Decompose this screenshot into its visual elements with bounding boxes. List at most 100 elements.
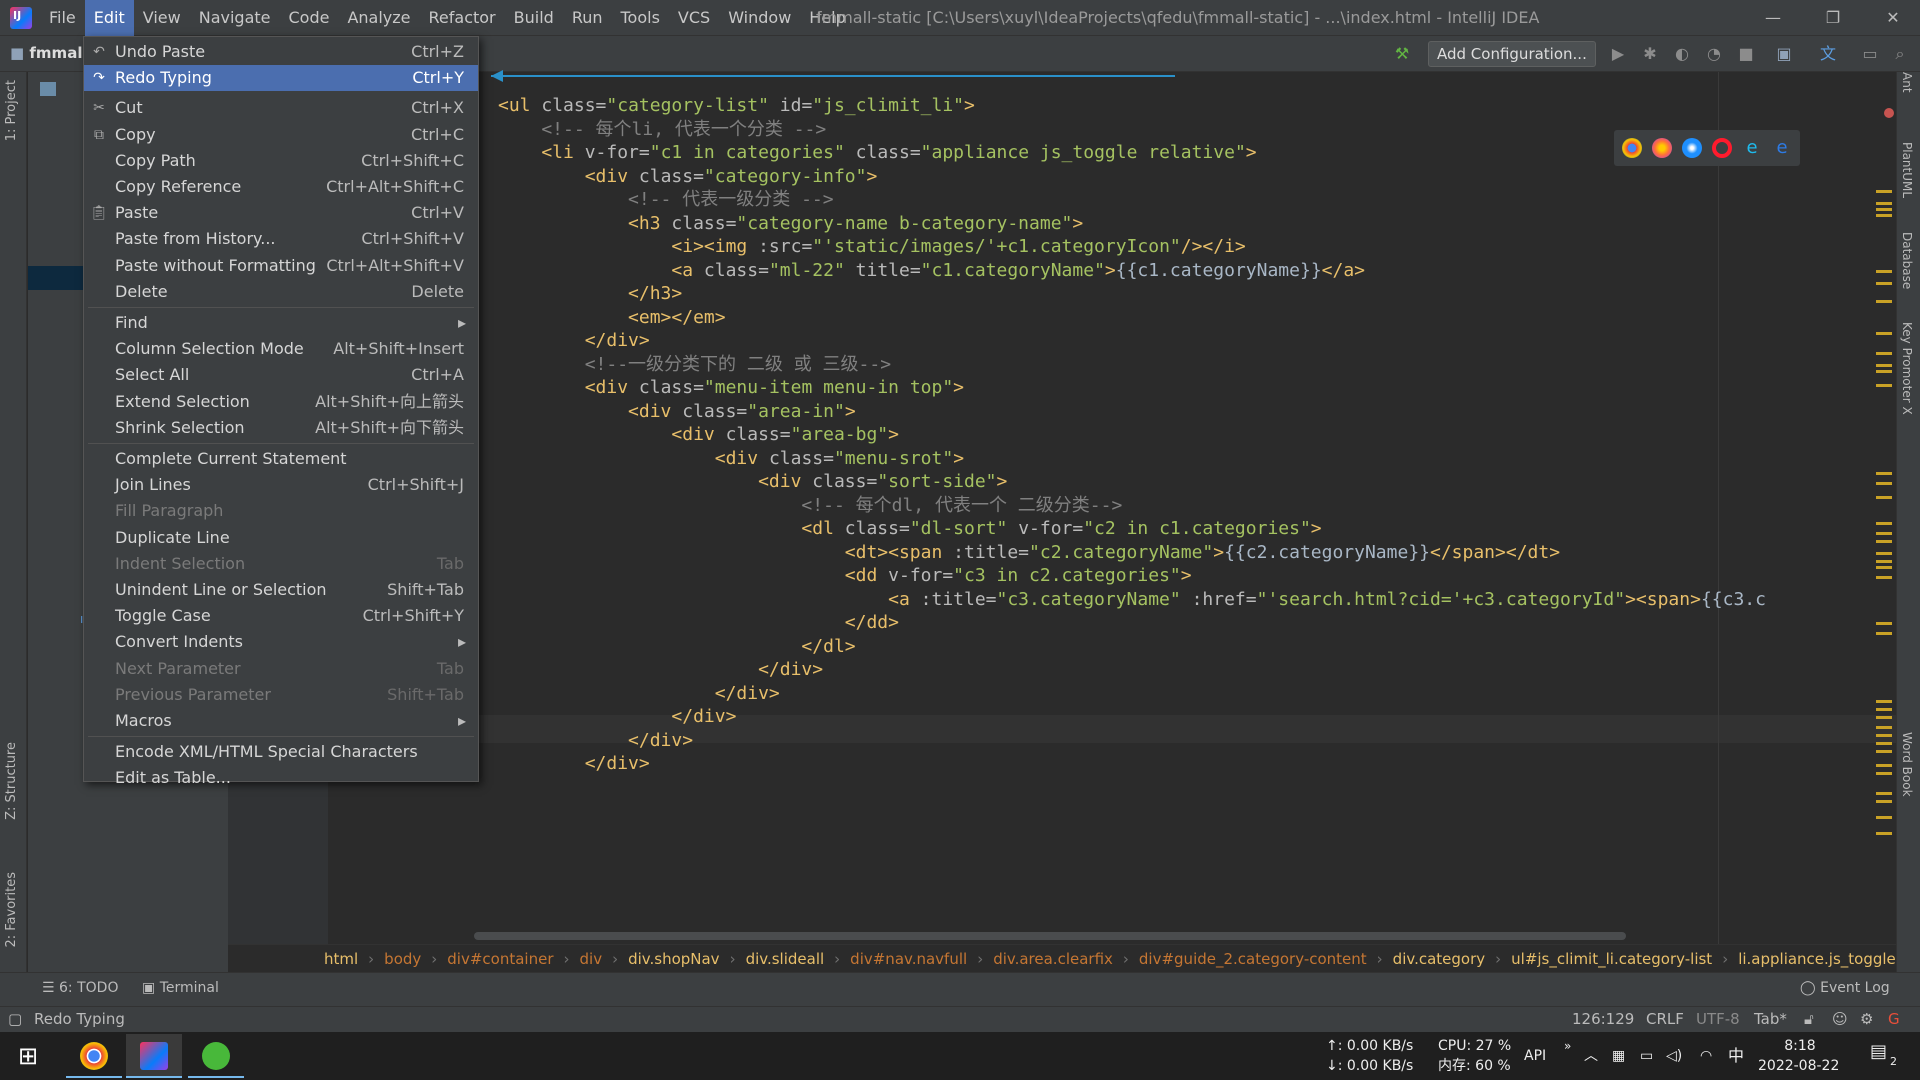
menu-item-paste-from-history[interactable]: Paste from History... Ctrl+Shift+V (84, 226, 478, 252)
run-icon[interactable]: ▶ (1608, 44, 1628, 64)
scrollbar-marker[interactable] (1876, 560, 1892, 563)
error-indicator-icon[interactable] (1884, 108, 1894, 118)
file-encoding[interactable]: UTF-8 (1696, 1010, 1740, 1028)
scrollbar-marker[interactable] (1876, 832, 1892, 835)
wifi-icon[interactable]: ◠ (1700, 1046, 1712, 1066)
add-configuration-button[interactable]: Add Configuration... (1428, 41, 1596, 67)
menu-view[interactable]: View (134, 0, 190, 36)
scrollbar-marker[interactable] (1876, 622, 1892, 625)
menu-window[interactable]: Window (719, 0, 800, 36)
scrollbar-marker[interactable] (1876, 384, 1892, 387)
menu-item-select-all[interactable]: Select All Ctrl+A (84, 362, 478, 388)
terminal-tab[interactable]: ▣ Terminal (142, 980, 219, 996)
menu-item-copy-path[interactable]: Copy Path Ctrl+Shift+C (84, 148, 478, 174)
project-structure-icon[interactable]: ▣ (1774, 44, 1794, 64)
menu-code[interactable]: Code (280, 0, 339, 36)
search-everywhere-icon[interactable]: ⌕ (1890, 44, 1910, 64)
scrollbar-marker[interactable] (1876, 742, 1892, 745)
scrollbar-marker[interactable] (1876, 708, 1892, 711)
firefox-icon[interactable] (1652, 138, 1672, 158)
breadcrumb-item[interactable]: div.shopNav (628, 950, 719, 968)
horizontal-scrollbar[interactable] (474, 932, 1626, 940)
scrollbar-marker[interactable] (1876, 482, 1892, 485)
breadcrumb-item[interactable]: div.area.clearfix (993, 950, 1113, 968)
ime-indicator[interactable]: 中 (1728, 1046, 1744, 1066)
debug-icon[interactable]: ✱ (1640, 44, 1660, 64)
breadcrumb-item[interactable]: html (324, 950, 358, 968)
menu-item-indent-selection[interactable]: Indent Selection Tab (84, 551, 478, 577)
scrollbar-marker[interactable] (1876, 332, 1892, 335)
scrollbar-marker[interactable] (1876, 472, 1892, 475)
menu-item-extend-selection[interactable]: Extend Selection Alt+Shift+向上箭头 (84, 389, 478, 415)
project-name[interactable]: ■ fmmal (10, 44, 82, 62)
scrollbar-marker[interactable] (1876, 282, 1892, 285)
edge-icon[interactable]: e (1772, 138, 1792, 158)
right-tool-tab-key-promoter-x[interactable]: Key Promoter X (1900, 322, 1914, 415)
internet-explorer-icon[interactable]: e (1742, 138, 1762, 158)
scrollbar-marker[interactable] (1876, 700, 1892, 703)
scrollbar-marker[interactable] (1876, 270, 1892, 273)
menu-item-toggle-case[interactable]: Toggle Case Ctrl+Shift+Y (84, 603, 478, 629)
menu-item-macros[interactable]: Macros ▸ (84, 708, 478, 734)
breadcrumb-item[interactable]: div.slideall (746, 950, 825, 968)
restore-button[interactable]: ❐ (1810, 0, 1856, 36)
settings-icon[interactable]: ⚙ (1860, 1010, 1873, 1028)
inspector-icon[interactable]: ☺︎ (1832, 1010, 1848, 1028)
menu-item-redo-typing[interactable]: ↷ Redo Typing Ctrl+Y (84, 65, 478, 92)
scrollbar-marker[interactable] (1876, 496, 1892, 499)
menu-edit[interactable]: Edit (84, 0, 134, 36)
right-tool-tab-word-book[interactable]: Word Book (1900, 732, 1914, 797)
scrollbar-marker[interactable] (1876, 532, 1892, 535)
profile-icon[interactable]: ◔ (1704, 44, 1724, 64)
menu-file[interactable]: File (40, 0, 85, 36)
battery-icon[interactable]: ▭ (1640, 1046, 1653, 1066)
menu-vcs[interactable]: VCS (669, 0, 719, 36)
menu-item-duplicate-line[interactable]: Duplicate Line (84, 525, 478, 551)
menu-item-encode-xml-html-special-characters[interactable]: Encode XML/HTML Special Characters (84, 739, 478, 765)
breadcrumb-item[interactable]: body (384, 950, 421, 968)
scrollbar-marker[interactable] (1876, 716, 1892, 719)
menu-item-unindent-line-or-selection[interactable]: Unindent Line or Selection Shift+Tab (84, 577, 478, 603)
network-icon[interactable]: ▦ (1612, 1046, 1625, 1066)
breadcrumb-item[interactable]: div#nav.navfull (850, 950, 967, 968)
api-indicator[interactable]: API (1524, 1046, 1546, 1066)
breadcrumb-item[interactable]: ul#js_climit_li.category-list (1511, 950, 1712, 968)
menu-item-next-parameter[interactable]: Next Parameter Tab (84, 656, 478, 682)
build-hammer-icon[interactable]: ⚒ (1392, 44, 1412, 64)
scrollbar-marker[interactable] (1876, 522, 1892, 525)
menu-item-complete-current-statement[interactable]: Complete Current Statement (84, 446, 478, 472)
tree-selected-row[interactable] (28, 266, 84, 290)
scrollbar-marker[interactable] (1876, 540, 1892, 543)
breadcrumb-item[interactable]: div.category (1393, 950, 1485, 968)
scrollbar-marker[interactable] (1876, 772, 1892, 775)
scrollbar-markers[interactable] (1876, 152, 1892, 992)
breadcrumb-item[interactable]: div#guide_2.category-content (1139, 950, 1367, 968)
line-separator[interactable]: CRLF (1646, 1010, 1684, 1028)
breadcrumb-item[interactable]: div (580, 950, 603, 968)
menu-item-find[interactable]: Find ▸ (84, 310, 478, 336)
breadcrumb-item[interactable]: li.appliance.js_toggle (1738, 950, 1896, 968)
chrome-icon[interactable] (1622, 138, 1642, 158)
right-tool-tab-ant[interactable]: Ant (1900, 72, 1914, 93)
menu-item-paste-without-formatting[interactable]: Paste without Formatting Ctrl+Alt+Shift+V (84, 253, 478, 279)
scrollbar-marker[interactable] (1876, 566, 1892, 569)
menu-analyze[interactable]: Analyze (338, 0, 419, 36)
menu-tools[interactable]: Tools (612, 0, 669, 36)
favorites-tool-tab[interactable]: 2: Favorites (4, 872, 19, 948)
breadcrumb-item[interactable]: div#container (447, 950, 553, 968)
menu-item-copy-reference[interactable]: Copy Reference Ctrl+Alt+Shift+C (84, 174, 478, 200)
right-tool-tab-plantuml[interactable]: PlantUML (1900, 142, 1914, 198)
scrollbar-marker[interactable] (1876, 632, 1892, 635)
safari-icon[interactable] (1682, 138, 1702, 158)
todo-tab[interactable]: ☰ 6: TODO (42, 980, 118, 996)
menu-item-paste[interactable]: 📋︎ Paste Ctrl+V (84, 200, 478, 226)
menu-item-copy[interactable]: ⧉ Copy Ctrl+C (84, 122, 478, 148)
menu-build[interactable]: Build (505, 0, 563, 36)
scrollbar-marker[interactable] (1876, 816, 1892, 819)
menu-item-fill-paragraph[interactable]: Fill Paragraph (84, 498, 478, 524)
scrollbar-marker[interactable] (1876, 364, 1892, 367)
scrollbar-marker[interactable] (1876, 352, 1892, 355)
scrollbar-marker[interactable] (1876, 208, 1892, 211)
stop-icon[interactable]: ■ (1736, 44, 1756, 64)
notification-icon[interactable]: ▤ (1870, 1042, 1887, 1062)
